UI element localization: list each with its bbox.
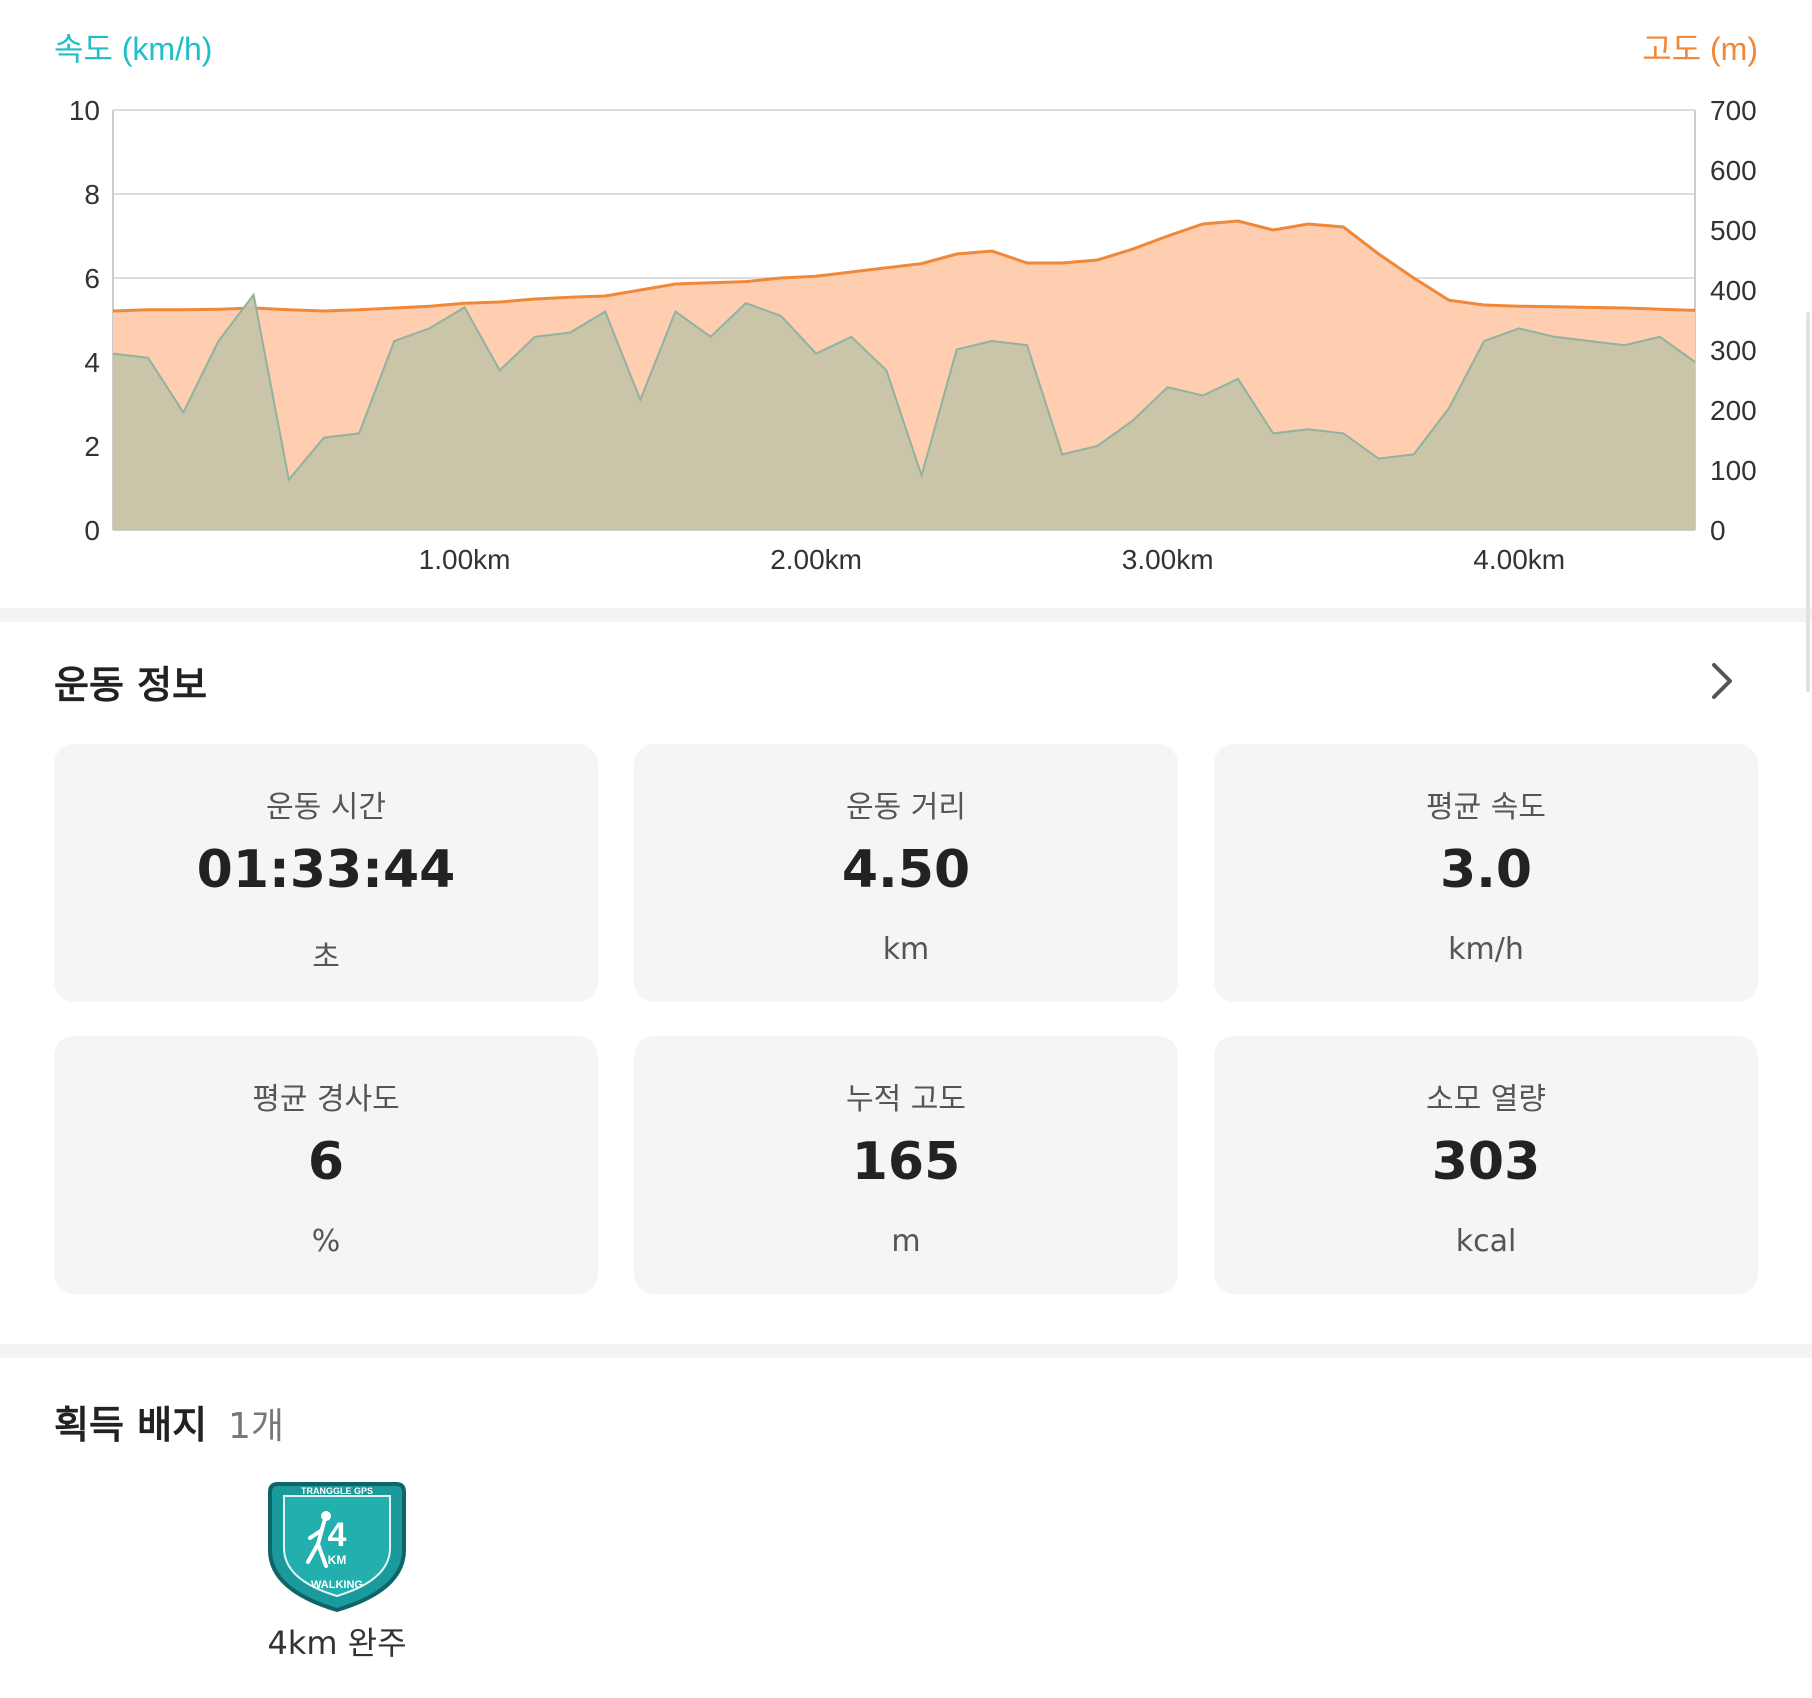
x-tick-label: 3.00km	[1122, 544, 1214, 575]
stat-label: 운동 시간	[266, 790, 386, 825]
y2-tick-label: 100	[1710, 455, 1757, 486]
badge-item[interactable]: TRANGGLE GPS 4 KM WALKING 4km 완주	[262, 1478, 412, 1668]
y-tick-label: 10	[69, 95, 100, 126]
y2-tick-label: 500	[1710, 215, 1757, 246]
y-axis-title: 속도 (km/h)	[54, 31, 212, 67]
stat-unit: km/h	[1448, 932, 1524, 967]
stat-label: 누적 고도	[846, 1082, 966, 1117]
stat-unit: m	[891, 1224, 921, 1259]
badge-emblem-top: TRANGGLE GPS	[301, 1486, 373, 1496]
stat-label: 평균 속도	[1426, 790, 1546, 825]
earned-badges-title: 획득 배지	[54, 1403, 208, 1447]
stat-card-avg-speed: 평균 속도 3.0 km/h	[1214, 744, 1758, 1002]
stat-value: 165	[851, 1132, 961, 1192]
badge-count: 1개	[228, 1406, 285, 1447]
stat-card-avg-slope: 평균 경사도 6 %	[54, 1036, 598, 1294]
y2-tick-label: 700	[1710, 95, 1757, 126]
stat-label: 평균 경사도	[252, 1082, 400, 1117]
x-tick-label: 4.00km	[1473, 544, 1565, 575]
stat-value: 01:33:44	[196, 840, 456, 900]
stat-label: 운동 거리	[846, 790, 966, 825]
stat-card-calories: 소모 열량 303 kcal	[1214, 1036, 1758, 1294]
stat-card-duration: 운동 시간 01:33:44 초	[54, 744, 598, 1002]
stat-value: 6	[307, 1132, 345, 1192]
y-tick-label: 8	[84, 179, 100, 210]
stat-unit: kcal	[1455, 1224, 1517, 1259]
walking-badge-icon: TRANGGLE GPS 4 KM WALKING	[268, 1482, 406, 1613]
workout-info-title: 운동 정보	[54, 663, 208, 707]
y-tick-label: 4	[84, 347, 100, 378]
y2-tick-label: 200	[1710, 395, 1757, 426]
badge-emblem-bottom: WALKING	[311, 1579, 363, 1591]
section-divider	[0, 1344, 1812, 1358]
badge-emblem-number: 4	[328, 1516, 347, 1554]
y2-axis-title: 고도 (m)	[1642, 31, 1758, 67]
y2-tick-label: 300	[1710, 335, 1757, 366]
stat-card-distance: 운동 거리 4.50 km	[634, 744, 1178, 1002]
x-tick-label: 2.00km	[770, 544, 862, 575]
y-tick-label: 0	[84, 515, 100, 546]
stat-unit: km	[882, 932, 930, 967]
stat-unit: 초	[312, 940, 340, 975]
y-tick-label: 6	[84, 263, 100, 294]
y2-tick-label: 600	[1710, 155, 1757, 186]
chart-svg: 024681001002003004005006007001.00km 2.00k…	[54, 31, 1758, 575]
section-divider	[0, 608, 1812, 622]
stat-value: 4.50	[841, 840, 971, 900]
stat-unit: %	[311, 1224, 341, 1259]
y2-tick-label: 0	[1710, 515, 1726, 546]
badge-label: 4km 완주	[267, 1624, 407, 1662]
stat-value: 303	[1431, 1132, 1541, 1192]
y2-tick-label: 400	[1710, 275, 1757, 306]
y-tick-label: 2	[84, 431, 100, 462]
stat-value: 3.0	[1439, 840, 1533, 900]
stat-label: 소모 열량	[1426, 1082, 1546, 1117]
stat-card-elevation-gain: 누적 고도 165 m	[634, 1036, 1178, 1294]
scrollbar[interactable]	[1806, 312, 1810, 692]
x-tick-label: 1.00km	[419, 544, 511, 575]
chevron-right-icon[interactable]	[1702, 655, 1742, 707]
speed-altitude-chart: 0 2 4 6 8 10 0 100 200 300 400 500 600 700 1.00km 2.00k…	[0, 0, 1812, 608]
badge-emblem-unit: KM	[328, 1553, 347, 1567]
